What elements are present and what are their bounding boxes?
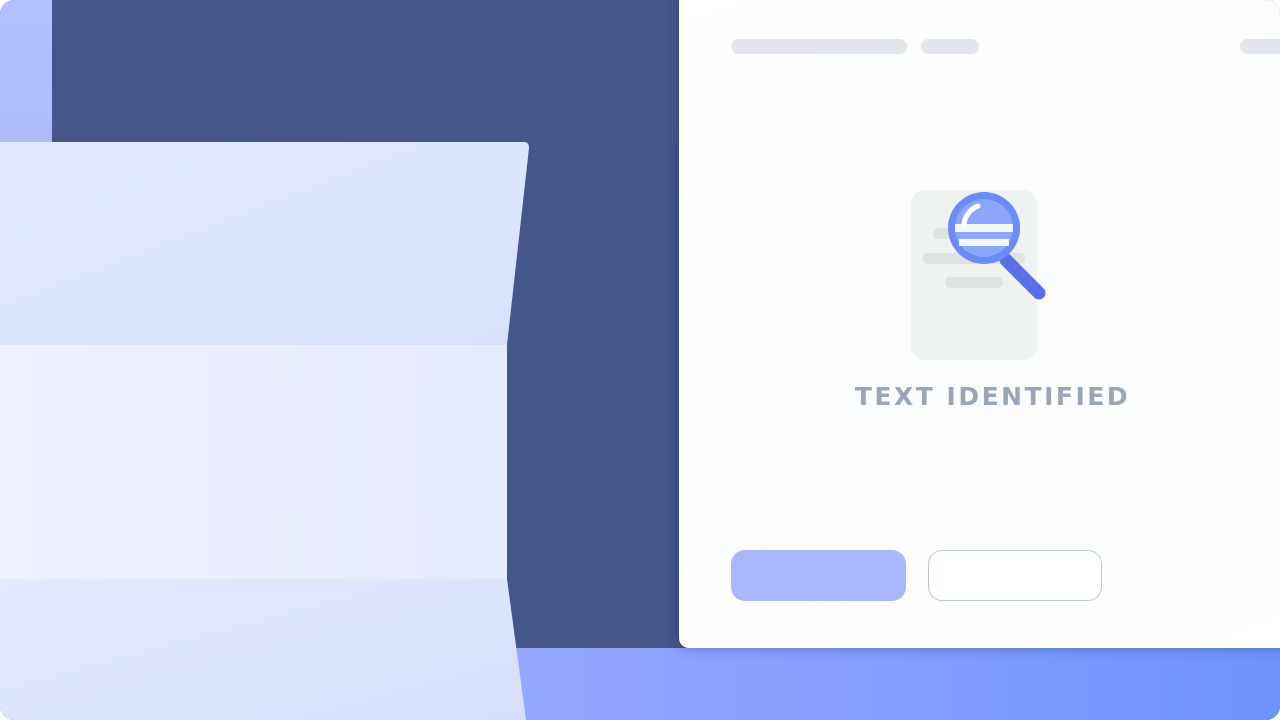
status-message: TEXT IDENTIFIED bbox=[854, 382, 1131, 411]
header-placeholder-bar bbox=[731, 39, 907, 54]
paper-fold-bottom bbox=[0, 579, 526, 720]
paper-fold-top bbox=[0, 142, 529, 345]
paper-fold-middle bbox=[0, 345, 507, 579]
secondary-action-button[interactable] bbox=[928, 550, 1102, 601]
header-placeholder-bar-short bbox=[921, 39, 979, 54]
app-canvas: TEXT IDENTIFIED bbox=[0, 0, 1280, 720]
primary-action-button[interactable] bbox=[731, 550, 906, 601]
scan-result-panel: TEXT IDENTIFIED bbox=[679, 0, 1280, 648]
header-placeholder-bar-right bbox=[1240, 39, 1280, 54]
text-scan-illustration bbox=[907, 186, 1053, 366]
